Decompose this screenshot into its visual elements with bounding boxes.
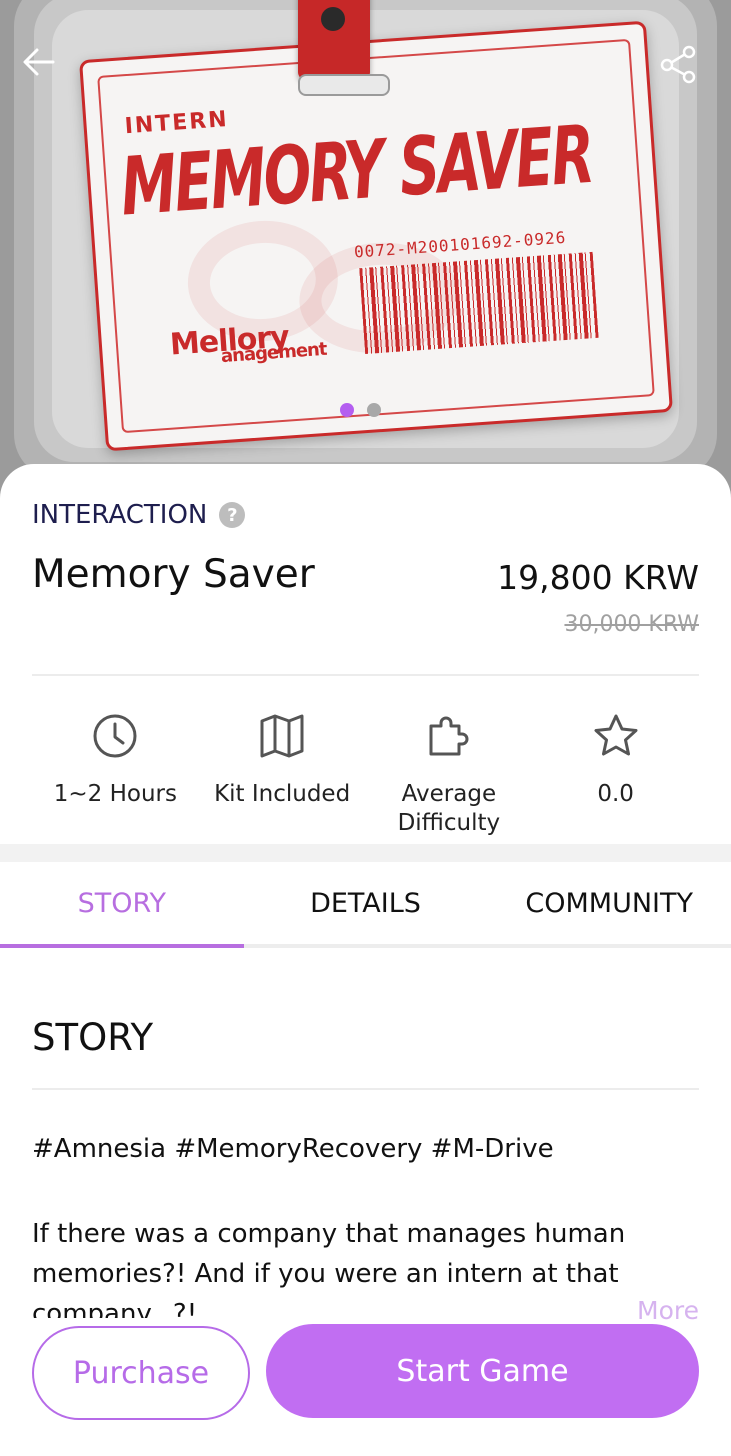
back-button[interactable] bbox=[15, 38, 63, 86]
feature-label: Kit Included bbox=[214, 781, 351, 807]
section-separator bbox=[0, 844, 731, 862]
share-icon bbox=[660, 45, 696, 84]
puzzle-icon bbox=[425, 712, 473, 760]
purchase-button[interactable]: Purchase bbox=[32, 1326, 250, 1420]
start-game-button[interactable]: Start Game bbox=[266, 1324, 699, 1418]
tab-community[interactable]: COMMUNITY bbox=[487, 862, 731, 944]
carousel-indicator bbox=[340, 403, 381, 417]
action-bar: Purchase Start Game bbox=[0, 1318, 731, 1456]
current-price: 19,800 KRW bbox=[497, 558, 699, 597]
divider bbox=[32, 1088, 699, 1090]
star-icon bbox=[592, 712, 640, 760]
original-price: 30,000 KRW bbox=[564, 612, 699, 637]
lanyard-clip bbox=[298, 74, 390, 96]
story-preview: If there was a company that manages huma… bbox=[0, 1204, 731, 1318]
game-title: Memory Saver bbox=[32, 552, 315, 597]
carousel-dot[interactable] bbox=[367, 403, 381, 417]
feature-duration: 1~2 Hours bbox=[32, 712, 199, 838]
story-text: If there was a company that manages huma… bbox=[32, 1219, 626, 1318]
feature-difficulty: Average Difficulty bbox=[366, 712, 533, 838]
feature-label: 1~2 Hours bbox=[53, 781, 177, 807]
barcode bbox=[359, 251, 599, 355]
feature-label-line: Difficulty bbox=[397, 810, 501, 836]
feature-rating: 0.0 bbox=[532, 712, 699, 838]
story-heading: STORY bbox=[32, 1016, 154, 1059]
feature-kit: Kit Included bbox=[199, 712, 366, 838]
feature-list: 1~2 Hours Kit Included Average Difficulty bbox=[32, 712, 699, 838]
help-icon[interactable]: ? bbox=[219, 502, 246, 528]
share-button[interactable] bbox=[654, 40, 702, 88]
feature-label: 0.0 bbox=[597, 781, 634, 807]
tab-story[interactable]: STORY bbox=[0, 862, 244, 948]
arrow-left-icon bbox=[23, 48, 55, 76]
tab-details[interactable]: DETAILS bbox=[244, 862, 488, 944]
feature-label-line: Average bbox=[401, 781, 497, 807]
story-hashtags: #Amnesia #MemoryRecovery #M-Drive bbox=[32, 1134, 554, 1164]
hero-image: INTERN MEMORY SAVER 0072-M200101692-0926… bbox=[0, 0, 731, 500]
map-icon bbox=[258, 712, 306, 760]
tab-bar: STORY DETAILS COMMUNITY bbox=[0, 862, 731, 948]
game-type-row: INTERACTION ? bbox=[32, 500, 246, 530]
lanyard-hole bbox=[321, 7, 345, 31]
feature-label: Average Difficulty bbox=[398, 780, 501, 838]
divider bbox=[32, 674, 699, 676]
detail-sheet: INTERACTION ? Memory Saver 19,800 KRW 30… bbox=[0, 464, 731, 1456]
clock-icon bbox=[91, 712, 139, 760]
carousel-dot-active[interactable] bbox=[340, 403, 354, 417]
game-type-label: INTERACTION bbox=[32, 500, 208, 530]
